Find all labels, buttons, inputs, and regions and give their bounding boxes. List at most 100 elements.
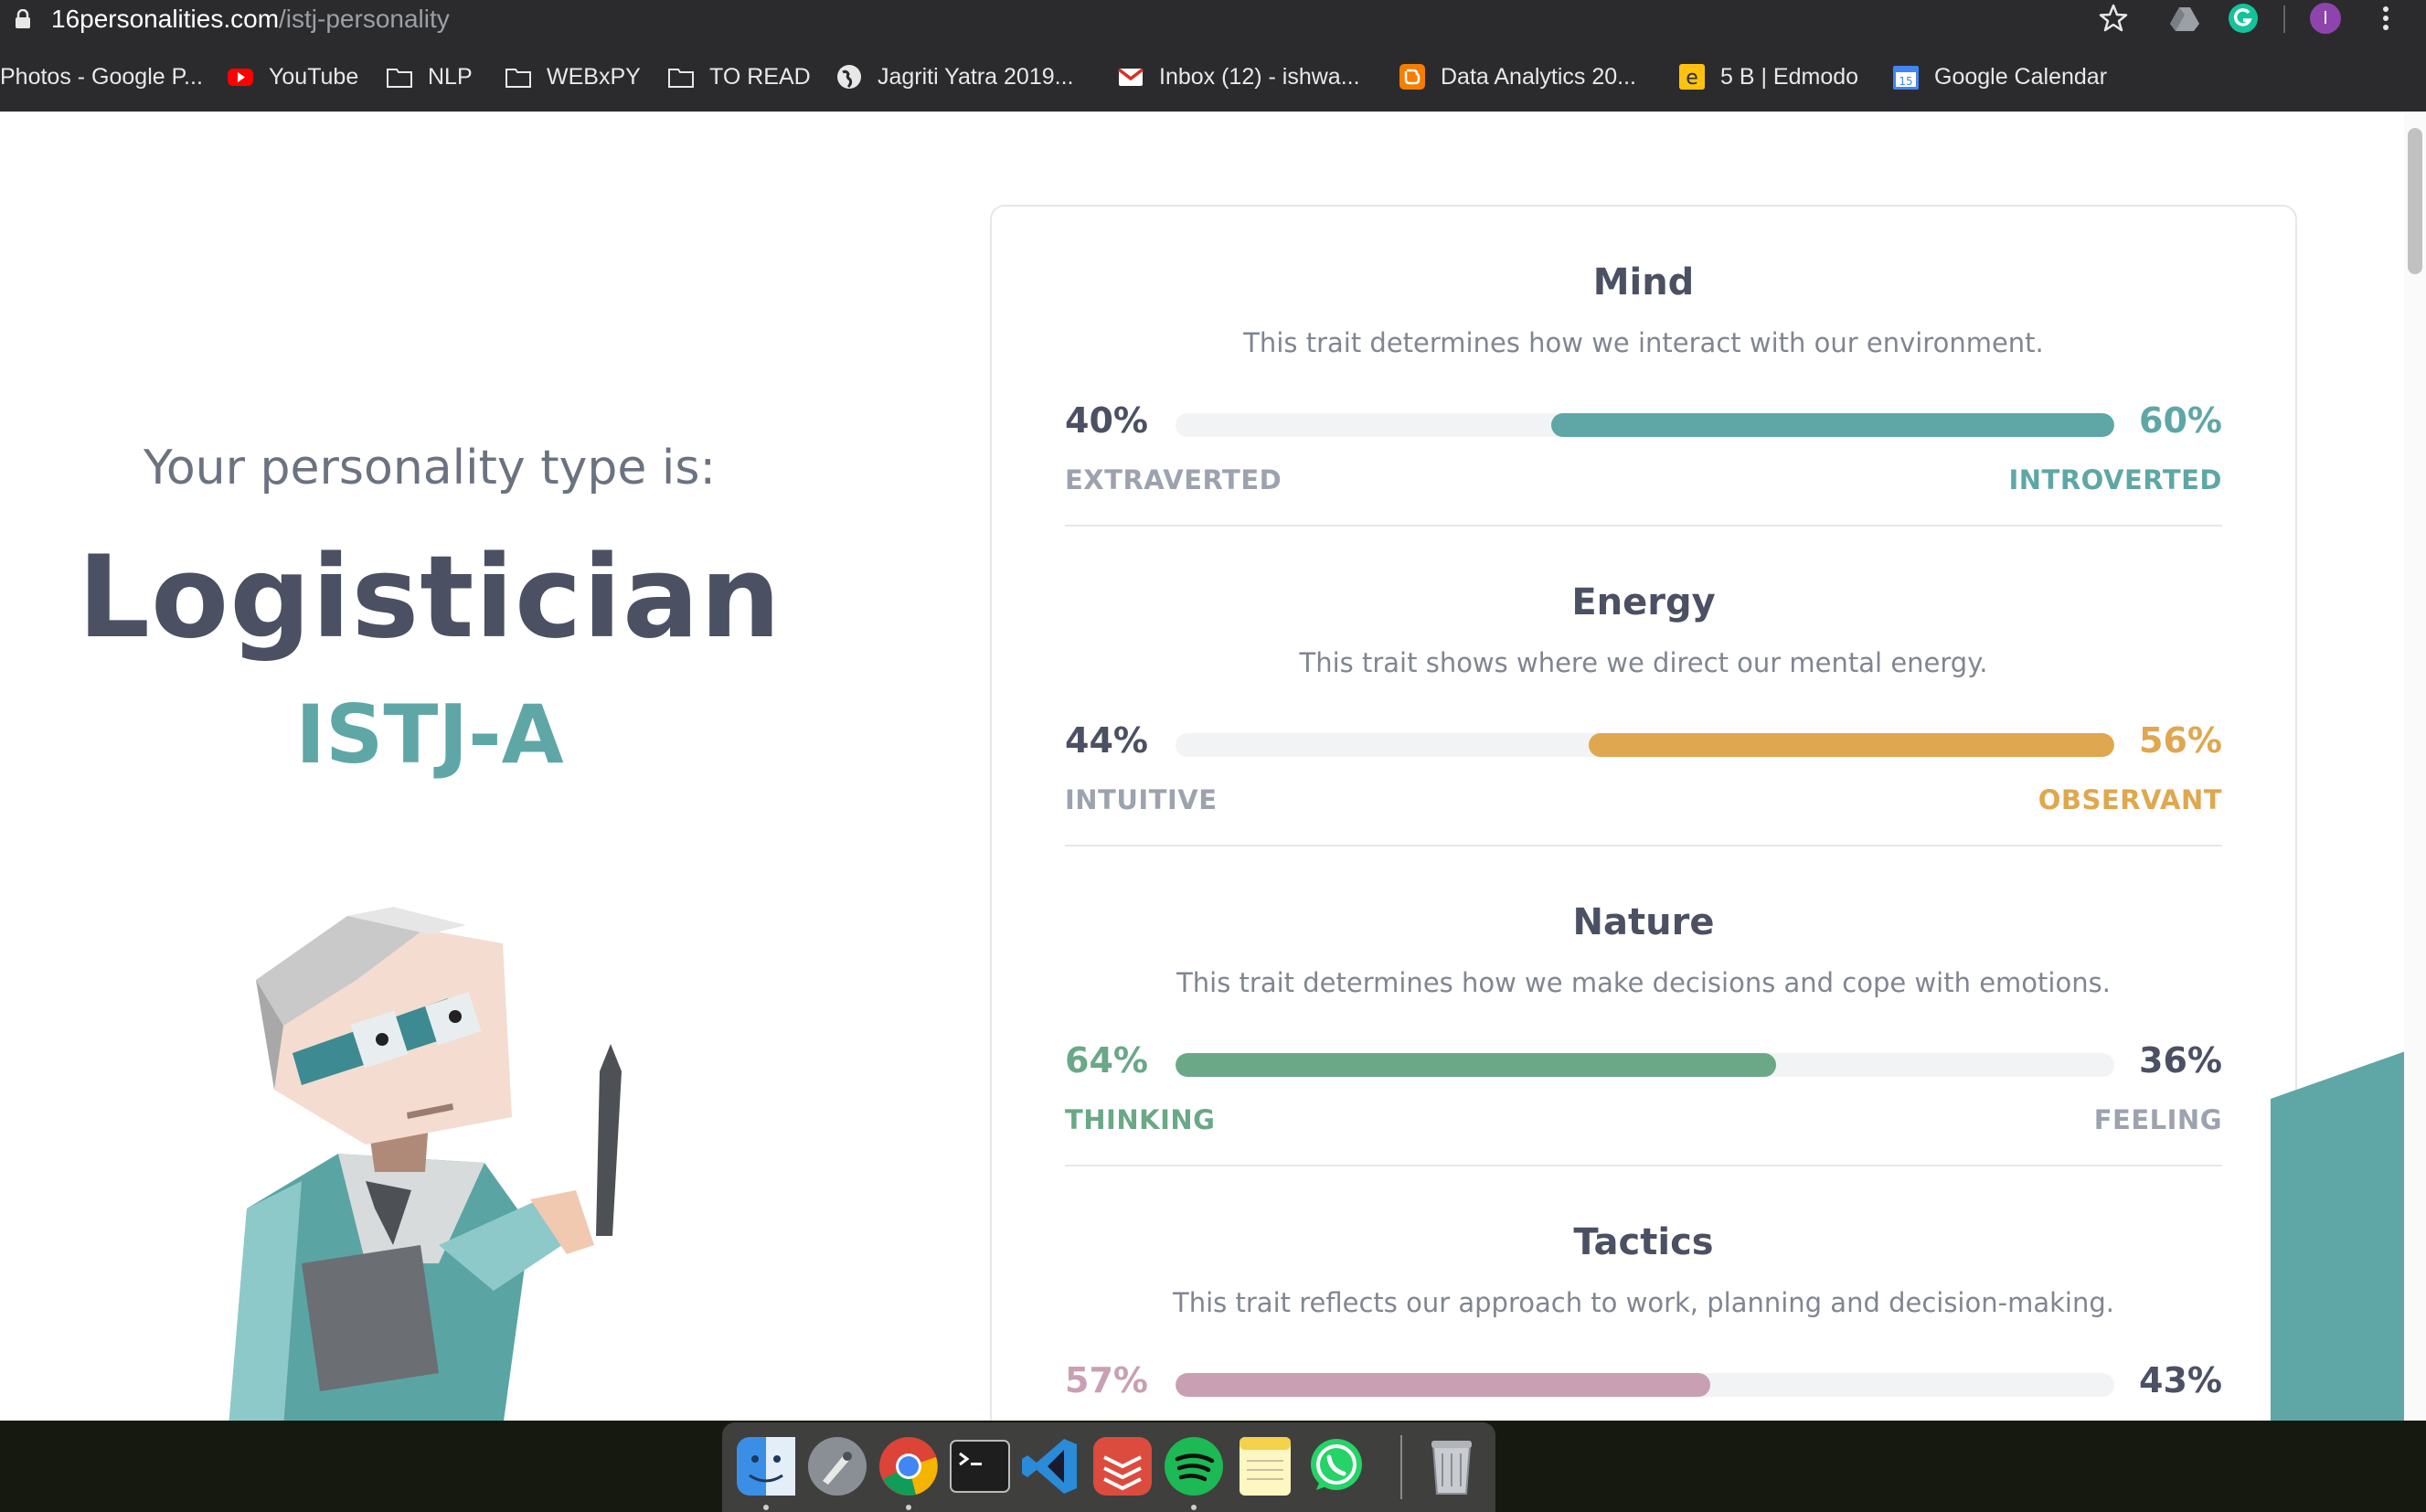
trait-left-percent: 57% bbox=[1065, 1360, 1148, 1400]
trait-bar bbox=[1176, 1373, 2114, 1397]
trait-title: Tactics bbox=[1573, 1221, 1714, 1263]
bookmark-label: TO READ bbox=[709, 63, 811, 90]
folder-icon bbox=[668, 69, 694, 88]
trait-left-percent: 40% bbox=[1065, 400, 1148, 441]
bookmark-to-read[interactable]: TO READ bbox=[667, 57, 811, 97]
bookmark-label: Inbox (12) - ishwa... bbox=[1159, 63, 1360, 90]
trait-right-label: OBSERVANT bbox=[2038, 784, 2222, 815]
trait-right-label: INTROVERTED bbox=[2008, 464, 2222, 495]
trait-tactics: Tactics This trait reflects our approach… bbox=[1065, 1166, 2222, 1421]
trait-right-label: FEELING bbox=[2093, 1104, 2222, 1135]
grammarly-icon[interactable] bbox=[2227, 2, 2260, 35]
running-indicator bbox=[763, 1505, 769, 1510]
trait-description: This trait reflects our approach to work… bbox=[1173, 1287, 2114, 1318]
vscode-icon[interactable] bbox=[1018, 1433, 1084, 1499]
url-path: /istj-personality bbox=[279, 5, 450, 33]
finder-icon[interactable] bbox=[733, 1433, 799, 1499]
trait-bar-fill bbox=[1588, 733, 2114, 757]
terminal-icon[interactable] bbox=[947, 1433, 1013, 1499]
youtube-icon bbox=[228, 69, 253, 86]
bookmark-label: Jagriti Yatra 2019... bbox=[878, 63, 1074, 90]
svg-text:15: 15 bbox=[1899, 75, 1912, 88]
browser-toolbar: 16personalities.com/istj-personality I P… bbox=[0, 0, 2426, 112]
trash-icon[interactable] bbox=[1419, 1433, 1484, 1499]
bookmark-data-analytics[interactable]: Data Analytics 20... bbox=[1399, 57, 1636, 97]
trait-description: This trait determines how we interact wi… bbox=[1243, 327, 2044, 358]
trait-left-percent: 44% bbox=[1065, 720, 1148, 761]
url-text[interactable]: 16personalities.com/istj-personality bbox=[51, 2, 450, 37]
running-indicator bbox=[906, 1505, 911, 1510]
trait-bar bbox=[1176, 1053, 2114, 1077]
type-code: ISTJ-A bbox=[295, 687, 564, 782]
page-content: Your personality type is: Logistician IS… bbox=[0, 112, 2426, 1421]
trait-nature: Nature This trait determines how we make… bbox=[1065, 847, 2222, 1166]
address-bar[interactable]: 16personalities.com/istj-personality I bbox=[0, 0, 2426, 40]
bookmarks-bar: Photos - Google P... YouTube NLP WEBxPY … bbox=[0, 57, 2426, 97]
notes-icon[interactable] bbox=[1232, 1433, 1298, 1499]
trait-left-label: THINKING bbox=[1065, 1104, 1216, 1135]
svg-text:e: e bbox=[1686, 67, 1698, 90]
globe-icon bbox=[837, 65, 861, 89]
trait-bar-fill bbox=[1176, 1053, 1777, 1077]
trait-description: This trait shows where we direct our men… bbox=[1299, 647, 1988, 678]
dock-separator bbox=[1400, 1435, 1402, 1499]
bookmark-youtube[interactable]: YouTube bbox=[227, 57, 358, 97]
trait-right-percent: 36% bbox=[2139, 1040, 2222, 1081]
todoist-icon[interactable] bbox=[1090, 1433, 1155, 1499]
spotify-icon[interactable] bbox=[1161, 1433, 1227, 1499]
chrome-icon[interactable] bbox=[876, 1433, 942, 1499]
folder-icon bbox=[505, 69, 531, 88]
launchpad-icon[interactable] bbox=[804, 1433, 870, 1499]
drive-icon[interactable] bbox=[2168, 2, 2201, 35]
trait-right-percent: 56% bbox=[2139, 720, 2222, 761]
decorative-teal-shape bbox=[2271, 1044, 2426, 1421]
url-host: 16personalities.com bbox=[51, 5, 280, 33]
trait-mind: Mind This trait determines how we intera… bbox=[1065, 207, 2222, 527]
trait-description: This trait determines how we make decisi… bbox=[1176, 967, 2111, 998]
trait-left-label: EXTRAVERTED bbox=[1065, 464, 1282, 495]
menu-dots-icon[interactable] bbox=[2369, 2, 2402, 35]
bookmark-photos[interactable]: Photos - Google P... bbox=[0, 57, 203, 97]
bookmark-label: Data Analytics 20... bbox=[1441, 63, 1637, 90]
trait-bar bbox=[1176, 413, 2114, 437]
blogger-icon bbox=[1399, 64, 1425, 90]
bookmark-webxpy[interactable]: WEBxPY bbox=[505, 57, 641, 97]
type-intro: Your personality type is: bbox=[144, 441, 716, 495]
bookmark-label: 5 B | Edmodo bbox=[1720, 63, 1859, 90]
folder-icon bbox=[387, 69, 412, 88]
trait-title: Nature bbox=[1572, 901, 1715, 943]
trait-left-percent: 64% bbox=[1065, 1040, 1148, 1081]
logistician-illustration bbox=[229, 907, 622, 1421]
whatsapp-icon[interactable] bbox=[1303, 1433, 1369, 1499]
bookmark-label: YouTube bbox=[269, 63, 359, 90]
edmodo-icon: e bbox=[1679, 64, 1705, 90]
dock bbox=[722, 1422, 1495, 1512]
bookmark-jagriti[interactable]: Jagriti Yatra 2019... bbox=[835, 57, 1073, 97]
bookmark-label: NLP bbox=[428, 63, 473, 90]
trait-right-percent: 60% bbox=[2139, 400, 2222, 441]
bookmark-label: WEBxPY bbox=[547, 63, 641, 90]
lock-icon bbox=[16, 9, 30, 28]
scrollbar[interactable] bbox=[2404, 112, 2426, 1421]
bookmark-edmodo[interactable]: e 5 B | Edmodo bbox=[1678, 57, 1858, 97]
type-name: Logistician bbox=[77, 532, 782, 664]
bookmark-label: Photos - Google P... bbox=[0, 63, 203, 90]
trait-bar-fill bbox=[1550, 413, 2114, 437]
bookmark-inbox[interactable]: Inbox (12) - ishwa... bbox=[1117, 57, 1360, 97]
bookmark-nlp[interactable]: NLP bbox=[386, 57, 473, 97]
gmail-icon bbox=[1117, 68, 1144, 86]
trait-bar-fill bbox=[1176, 1373, 1711, 1397]
trait-energy: Energy This trait shows where we direct … bbox=[1065, 527, 2222, 847]
toolbar-separator bbox=[2283, 5, 2285, 33]
running-indicator bbox=[1191, 1505, 1197, 1510]
bookmark-label: Google Calendar bbox=[1934, 63, 2108, 90]
star-icon[interactable] bbox=[2097, 2, 2130, 35]
bookmark-google-calendar[interactable]: 15 Google Calendar bbox=[1892, 57, 2107, 97]
calendar-icon: 15 bbox=[1893, 66, 1919, 90]
trait-title: Mind bbox=[1592, 261, 1695, 303]
trait-right-percent: 43% bbox=[2139, 1360, 2222, 1400]
profile-initial: I bbox=[2323, 8, 2328, 28]
scrollbar-thumb[interactable] bbox=[2408, 128, 2422, 274]
trait-bar bbox=[1176, 733, 2114, 757]
trait-left-label: INTUITIVE bbox=[1065, 784, 1218, 815]
